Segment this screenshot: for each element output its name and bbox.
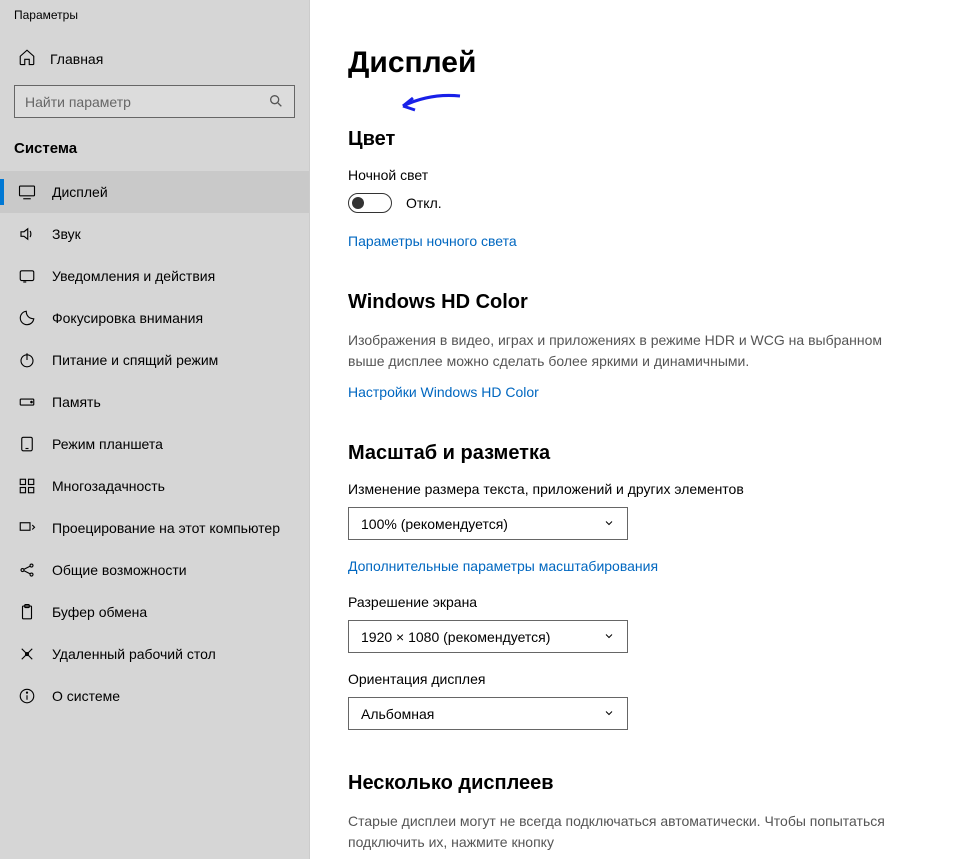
- night-light-state: Откл.: [406, 195, 442, 211]
- sidebar-item-label: Дисплей: [52, 184, 108, 200]
- main-content: Дисплей Цвет Ночной свет Откл. Параметры…: [310, 0, 959, 859]
- sidebar-item-clipboard[interactable]: Буфер обмена: [0, 591, 309, 633]
- text-size-value: 100% (рекомендуется): [361, 516, 508, 532]
- orientation-dropdown[interactable]: Альбомная: [348, 697, 628, 730]
- color-heading: Цвет: [348, 128, 908, 151]
- sidebar-item-label: Удаленный рабочий стол: [52, 646, 216, 662]
- multi-display-description: Старые дисплеи могут не всегда подключат…: [348, 811, 908, 853]
- night-light-label: Ночной свет: [348, 167, 908, 183]
- window-title: Параметры: [0, 0, 309, 40]
- sidebar-item-label: Память: [52, 394, 101, 410]
- sidebar-item-storage[interactable]: Память: [0, 381, 309, 423]
- sidebar-item-tablet[interactable]: Режим планшета: [0, 423, 309, 465]
- sidebar-item-label: Звук: [52, 226, 81, 242]
- sidebar-item-sound[interactable]: Звук: [0, 213, 309, 255]
- search-input[interactable]: [15, 94, 294, 110]
- sidebar-item-label: Проецирование на этот компьютер: [52, 520, 280, 536]
- search-icon: [268, 93, 284, 112]
- resolution-label: Разрешение экрана: [348, 594, 908, 610]
- night-light-toggle[interactable]: [348, 193, 392, 213]
- orientation-value: Альбомная: [361, 706, 434, 722]
- home-icon: [18, 48, 36, 69]
- multi-display-heading: Несколько дисплеев: [348, 772, 908, 795]
- sidebar-item-label: Фокусировка внимания: [52, 310, 203, 326]
- sidebar-item-label: Многозадачность: [52, 478, 165, 494]
- search-input-wrapper[interactable]: [14, 85, 295, 118]
- scale-heading: Масштаб и разметка: [348, 442, 908, 465]
- tablet-icon: [18, 435, 36, 453]
- focus-icon: [18, 309, 36, 327]
- notifications-icon: [18, 267, 36, 285]
- sidebar-item-label: Буфер обмена: [52, 604, 147, 620]
- sidebar-item-power[interactable]: Питание и спящий режим: [0, 339, 309, 381]
- multitask-icon: [18, 477, 36, 495]
- night-light-settings-link[interactable]: Параметры ночного света: [348, 233, 517, 249]
- advanced-scaling-link[interactable]: Дополнительные параметры масштабирования: [348, 558, 658, 574]
- power-icon: [18, 351, 36, 369]
- sidebar-item-display[interactable]: Дисплей: [0, 171, 309, 213]
- sidebar-item-shared[interactable]: Общие возможности: [0, 549, 309, 591]
- sidebar-item-label: Уведомления и действия: [52, 268, 215, 284]
- chevron-down-icon: [603, 516, 615, 532]
- sidebar-item-notifications[interactable]: Уведомления и действия: [0, 255, 309, 297]
- sound-icon: [18, 225, 36, 243]
- text-size-dropdown[interactable]: 100% (рекомендуется): [348, 507, 628, 540]
- storage-icon: [18, 393, 36, 411]
- projecting-icon: [18, 519, 36, 537]
- sidebar-item-remote[interactable]: Удаленный рабочий стол: [0, 633, 309, 675]
- sidebar-item-multitask[interactable]: Многозадачность: [0, 465, 309, 507]
- sidebar-item-about[interactable]: О системе: [0, 675, 309, 717]
- hd-color-description: Изображения в видео, играх и приложениях…: [348, 330, 908, 372]
- sidebar-item-label: Общие возможности: [52, 562, 187, 578]
- sidebar-item-label: Питание и спящий режим: [52, 352, 218, 368]
- sidebar-item-projecting[interactable]: Проецирование на этот компьютер: [0, 507, 309, 549]
- sidebar-item-label: О системе: [52, 688, 120, 704]
- about-icon: [18, 687, 36, 705]
- home-label: Главная: [50, 51, 103, 67]
- chevron-down-icon: [603, 706, 615, 722]
- resolution-dropdown[interactable]: 1920 × 1080 (рекомендуется): [348, 620, 628, 653]
- remote-icon: [18, 645, 36, 663]
- sidebar-section-heading: Система: [0, 140, 309, 171]
- page-title: Дисплей: [348, 46, 959, 80]
- display-icon: [18, 183, 36, 201]
- shared-icon: [18, 561, 36, 579]
- orientation-label: Ориентация дисплея: [348, 671, 908, 687]
- hd-color-settings-link[interactable]: Настройки Windows HD Color: [348, 384, 539, 400]
- chevron-down-icon: [603, 629, 615, 645]
- home-button[interactable]: Главная: [0, 40, 309, 85]
- clipboard-icon: [18, 603, 36, 621]
- sidebar-item-label: Режим планшета: [52, 436, 163, 452]
- hd-color-heading: Windows HD Color: [348, 291, 908, 314]
- resolution-value: 1920 × 1080 (рекомендуется): [361, 629, 550, 645]
- text-size-label: Изменение размера текста, приложений и д…: [348, 481, 908, 497]
- sidebar-item-focus[interactable]: Фокусировка внимания: [0, 297, 309, 339]
